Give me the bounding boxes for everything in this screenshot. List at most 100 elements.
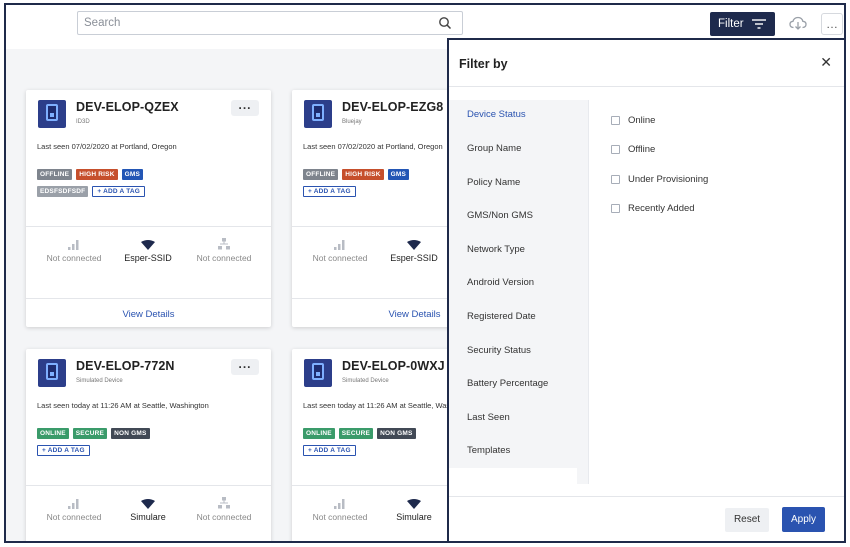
divider bbox=[449, 496, 844, 497]
wifi-icon bbox=[407, 240, 421, 250]
filter-category-list: Device Status Group Name Policy Name GMS… bbox=[449, 100, 577, 468]
filter-category-device-status[interactable]: Device Status bbox=[467, 109, 526, 120]
device-icon bbox=[38, 100, 66, 128]
signal-label: Not connected bbox=[312, 512, 368, 522]
filter-category-android-version[interactable]: Android Version bbox=[467, 277, 534, 288]
filter-panel-title: Filter by bbox=[459, 57, 508, 71]
device-card: DEV-ELOP-772N Simulated Device ... Last … bbox=[26, 349, 271, 541]
view-details-link[interactable]: View Details bbox=[26, 309, 271, 320]
signal-label: Not connected bbox=[312, 253, 368, 263]
device-model: Simulated Device bbox=[76, 378, 123, 384]
signal-label: Not connected bbox=[46, 512, 102, 522]
filter-category-registered-date[interactable]: Registered Date bbox=[467, 311, 536, 322]
tag-gms: GMS bbox=[387, 169, 409, 180]
device-icon bbox=[304, 100, 332, 128]
more-options-icon[interactable]: … bbox=[821, 13, 843, 35]
signal-bars-icon bbox=[334, 499, 345, 509]
wifi-stat: Simulare bbox=[118, 499, 178, 523]
signal-stat: Not connected bbox=[312, 499, 368, 523]
wifi-label: Esper-SSID bbox=[124, 253, 172, 263]
close-icon[interactable]: ✕ bbox=[820, 54, 832, 71]
filter-lines-icon bbox=[752, 19, 766, 29]
signal-bars-icon bbox=[334, 240, 345, 250]
wifi-stat: Esper-SSID bbox=[118, 240, 178, 264]
wifi-icon bbox=[141, 499, 155, 509]
network-icon bbox=[218, 497, 230, 509]
network-label: Not connected bbox=[196, 512, 252, 522]
add-tag-button[interactable]: + ADD A TAG bbox=[303, 186, 356, 197]
card-menu-button[interactable]: ... bbox=[231, 358, 259, 375]
filter-category-network-type[interactable]: Network Type bbox=[467, 244, 525, 255]
wifi-label: Simulare bbox=[130, 512, 166, 522]
add-tag-button[interactable]: + ADD A TAG bbox=[92, 186, 146, 197]
device-name[interactable]: DEV-ELOP-QZEX bbox=[76, 100, 179, 114]
tag-non-gms: NON GMS bbox=[111, 428, 150, 439]
search-icon[interactable] bbox=[438, 16, 452, 30]
tag-secure: SECURE bbox=[338, 428, 374, 439]
network-stat: Not connected bbox=[196, 497, 252, 523]
signal-stat: Not connected bbox=[312, 240, 368, 264]
option-label: Recently Added bbox=[628, 203, 695, 214]
checkbox[interactable] bbox=[611, 116, 620, 125]
option-label: Under Provisioning bbox=[628, 174, 709, 185]
device-name[interactable]: DEV-ELOP-0WXJ bbox=[342, 359, 445, 373]
tag-gms: GMS bbox=[121, 169, 143, 180]
signal-label: Not connected bbox=[46, 253, 102, 263]
option-label: Offline bbox=[628, 144, 656, 155]
option-label: Online bbox=[628, 115, 656, 126]
signal-stat: Not connected bbox=[46, 499, 102, 523]
filter-category-last-seen[interactable]: Last Seen bbox=[467, 412, 510, 423]
device-model: Simulated Device bbox=[342, 378, 389, 384]
device-name[interactable]: DEV-ELOP-EZG8 bbox=[342, 100, 443, 114]
option-online[interactable]: Online bbox=[611, 115, 655, 126]
filter-category-gms[interactable]: GMS/Non GMS bbox=[467, 210, 533, 221]
add-tag-button[interactable]: + ADD A TAG bbox=[37, 445, 90, 456]
tag-secure: SECURE bbox=[72, 428, 108, 439]
device-card: DEV-ELOP-QZEX ID3D ... Last seen 07/02/2… bbox=[26, 90, 271, 327]
cloud-download-icon[interactable] bbox=[789, 16, 807, 30]
network-icon bbox=[218, 238, 230, 250]
search-box[interactable] bbox=[77, 11, 463, 35]
tag-list: ONLINE SECURE NON GMS + ADD A TAG bbox=[37, 428, 267, 456]
filter-category-policy-name[interactable]: Policy Name bbox=[467, 177, 520, 188]
last-seen-text: Last seen 07/02/2020 at Portland, Oregon bbox=[303, 142, 443, 151]
add-tag-button[interactable]: + ADD A TAG bbox=[303, 445, 356, 456]
last-seen-text: Last seen 07/02/2020 at Portland, Oregon bbox=[37, 142, 177, 151]
wifi-label: Esper-SSID bbox=[390, 253, 438, 263]
tag-online: ONLINE bbox=[37, 428, 69, 439]
network-label: Not connected bbox=[196, 253, 252, 263]
search-input[interactable] bbox=[78, 12, 418, 34]
filter-category-battery-percentage[interactable]: Battery Percentage bbox=[467, 378, 548, 389]
checkbox[interactable] bbox=[611, 204, 620, 213]
filter-button[interactable]: Filter bbox=[710, 12, 775, 36]
tag-offline: OFFLINE bbox=[303, 169, 339, 180]
device-icon bbox=[38, 359, 66, 387]
option-offline[interactable]: Offline bbox=[611, 144, 655, 155]
filter-category-templates[interactable]: Templates bbox=[467, 445, 510, 456]
tag-offline: OFFLINE bbox=[37, 169, 73, 180]
checkbox[interactable] bbox=[611, 145, 620, 154]
card-menu-button[interactable]: ... bbox=[231, 99, 259, 116]
checkbox[interactable] bbox=[611, 175, 620, 184]
divider bbox=[26, 485, 271, 486]
divider bbox=[26, 298, 271, 299]
filter-button-label: Filter bbox=[718, 18, 744, 30]
apply-button[interactable]: Apply bbox=[782, 507, 825, 532]
device-model: ID3D bbox=[76, 119, 90, 125]
wifi-stat: Esper-SSID bbox=[384, 240, 444, 264]
filter-category-group-name[interactable]: Group Name bbox=[467, 143, 521, 154]
wifi-icon bbox=[407, 499, 421, 509]
device-name[interactable]: DEV-ELOP-772N bbox=[76, 359, 175, 373]
signal-bars-icon bbox=[68, 499, 79, 509]
divider bbox=[449, 86, 844, 87]
tag-list: OFFLINE HIGH RISK GMS EDSFSDFSDF + ADD A… bbox=[37, 169, 267, 197]
signal-stat: Not connected bbox=[46, 240, 102, 264]
filter-panel: Filter by ✕ Device Status Group Name Pol… bbox=[447, 38, 844, 541]
reset-button[interactable]: Reset bbox=[725, 508, 769, 532]
filter-category-security-status[interactable]: Security Status bbox=[467, 345, 531, 356]
option-under-provisioning[interactable]: Under Provisioning bbox=[611, 174, 708, 185]
app-window: Filter … DEV-ELOP-QZEX ID3D ... Last see… bbox=[4, 3, 846, 543]
option-recently-added[interactable]: Recently Added bbox=[611, 203, 695, 214]
device-icon bbox=[304, 359, 332, 387]
wifi-label: Simulare bbox=[396, 512, 432, 522]
